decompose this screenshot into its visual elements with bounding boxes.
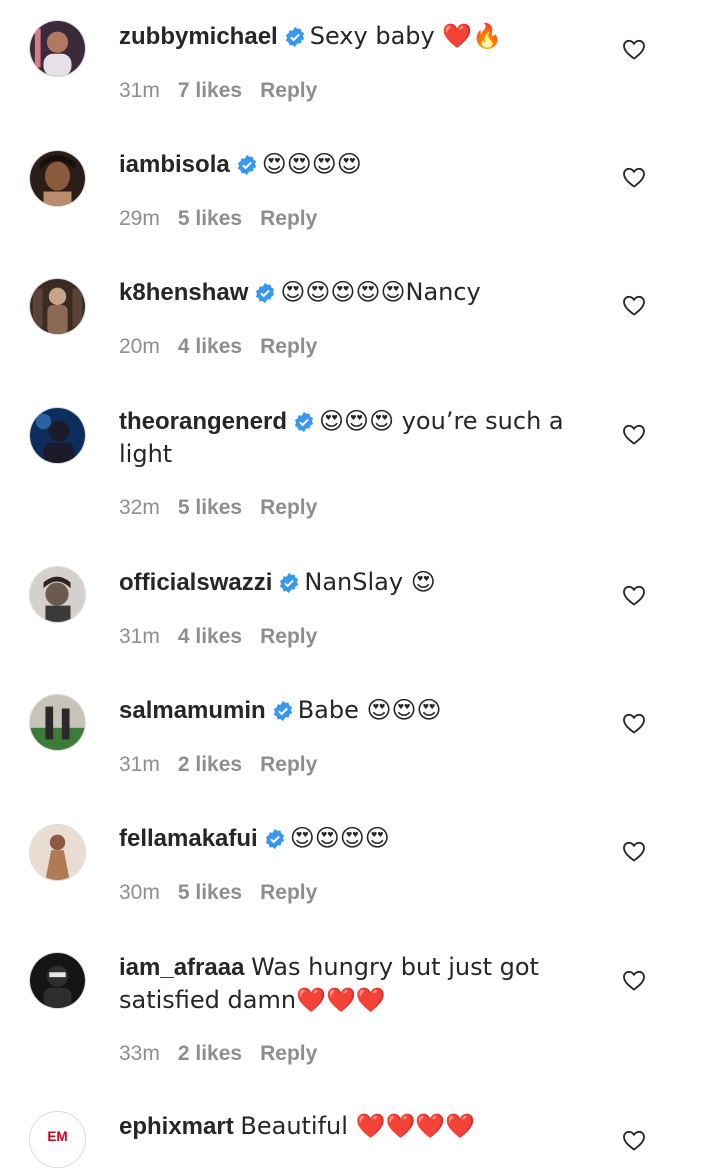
comment-text: Beautiful ❤️❤️❤️❤️	[240, 1112, 476, 1140]
verified-badge-icon	[285, 26, 304, 48]
comment-text: NanSlay 😍	[304, 568, 436, 596]
timestamp: 29m	[119, 207, 160, 230]
comment-text: 😍😍😍😍	[289, 824, 390, 852]
like-heart-icon[interactable]	[622, 969, 646, 991]
avatar[interactable]	[29, 824, 86, 881]
reply-button[interactable]: Reply	[260, 625, 317, 648]
comment-body: zubbymichael Sexy baby ❤️🔥	[119, 20, 589, 53]
comment-text: 😍😍😍😍	[261, 150, 362, 178]
reply-button[interactable]: Reply	[260, 79, 317, 102]
like-heart-icon[interactable]	[622, 38, 646, 60]
avatar[interactable]: EM	[29, 1111, 86, 1168]
reply-button[interactable]: Reply	[260, 753, 317, 776]
like-heart-icon[interactable]	[622, 840, 646, 862]
reply-button[interactable]: Reply	[260, 881, 317, 904]
reply-button[interactable]: Reply	[260, 496, 317, 519]
comment-text: 😍😍😍😍😍Nancy	[280, 278, 481, 306]
verified-badge-icon	[256, 282, 275, 304]
username[interactable]: salmamumin	[119, 697, 266, 724]
username[interactable]: theorangenerd	[119, 408, 287, 435]
comment-body: salmamumin Babe 😍😍😍	[119, 694, 589, 727]
avatar[interactable]	[29, 694, 86, 751]
likes-count[interactable]: 5 likes	[178, 881, 242, 904]
avatar[interactable]	[29, 407, 86, 464]
timestamp: 31m	[119, 79, 160, 102]
like-heart-icon[interactable]	[622, 1129, 646, 1151]
username[interactable]: iambisola	[119, 151, 230, 178]
verified-badge-icon	[237, 154, 256, 176]
like-heart-icon[interactable]	[622, 423, 646, 445]
username[interactable]: zubbymichael	[119, 23, 278, 50]
comment-body: officialswazzi NanSlay 😍	[119, 566, 589, 599]
username[interactable]: iam_afraaa	[119, 954, 244, 981]
reply-button[interactable]: Reply	[260, 335, 317, 358]
comment-meta: 20m 4 likes Reply	[119, 333, 335, 361]
comment-body: k8henshaw 😍😍😍😍😍Nancy	[119, 276, 589, 309]
comment-body: iambisola 😍😍😍😍	[119, 148, 589, 181]
likes-count[interactable]: 5 likes	[178, 496, 242, 519]
verified-badge-icon	[294, 411, 314, 433]
comment-meta: 31m 7 likes Reply	[119, 77, 335, 105]
comment-meta: 30m 5 likes Reply	[119, 879, 335, 907]
timestamp: 31m	[119, 625, 160, 648]
comment-body: fellamakafui 😍😍😍😍	[119, 822, 589, 855]
avatar[interactable]	[29, 150, 86, 207]
likes-count[interactable]: 5 likes	[178, 207, 242, 230]
verified-badge-icon	[265, 828, 284, 850]
comment-body: iam_afraaa Was hungry but just got satis…	[119, 951, 589, 1017]
username[interactable]: fellamakafui	[119, 825, 258, 852]
avatar[interactable]	[29, 952, 86, 1009]
likes-count[interactable]: 7 likes	[178, 79, 242, 102]
comment-meta: 33m 2 likes Reply	[119, 1040, 335, 1068]
comment-body: ephixmart Beautiful ❤️❤️❤️❤️	[119, 1110, 589, 1143]
like-heart-icon[interactable]	[622, 166, 646, 188]
timestamp: 31m	[119, 753, 160, 776]
timestamp: 20m	[119, 335, 160, 358]
username[interactable]: officialswazzi	[119, 569, 272, 596]
comment-text: Babe 😍😍😍	[297, 696, 442, 724]
comment-meta: 29m 5 likes Reply	[119, 205, 335, 233]
timestamp: 32m	[119, 496, 160, 519]
avatar[interactable]	[29, 566, 86, 623]
reply-button[interactable]: Reply	[260, 1042, 317, 1065]
like-heart-icon[interactable]	[622, 584, 646, 606]
like-heart-icon[interactable]	[622, 712, 646, 734]
likes-count[interactable]: 4 likes	[178, 335, 242, 358]
timestamp: 30m	[119, 881, 160, 904]
reply-button[interactable]: Reply	[260, 207, 317, 230]
avatar[interactable]	[29, 20, 86, 77]
username[interactable]: ephixmart	[119, 1113, 234, 1140]
comment-text: Sexy baby ❤️🔥	[309, 22, 503, 50]
comment-meta: 32m 5 likes Reply	[119, 494, 335, 522]
likes-count[interactable]: 2 likes	[178, 1042, 242, 1065]
verified-badge-icon	[273, 700, 292, 722]
comment-meta: 31m 4 likes Reply	[119, 623, 335, 651]
comment-body: theorangenerd 😍😍😍 you’re such a light	[119, 405, 589, 471]
svg-text:EM: EM	[47, 1129, 67, 1144]
likes-count[interactable]: 4 likes	[178, 625, 242, 648]
avatar[interactable]	[29, 278, 86, 335]
timestamp: 33m	[119, 1042, 160, 1065]
comment-meta: 31m 2 likes Reply	[119, 751, 335, 779]
likes-count[interactable]: 2 likes	[178, 753, 242, 776]
username[interactable]: k8henshaw	[119, 279, 248, 306]
like-heart-icon[interactable]	[622, 294, 646, 316]
verified-badge-icon	[280, 572, 299, 594]
